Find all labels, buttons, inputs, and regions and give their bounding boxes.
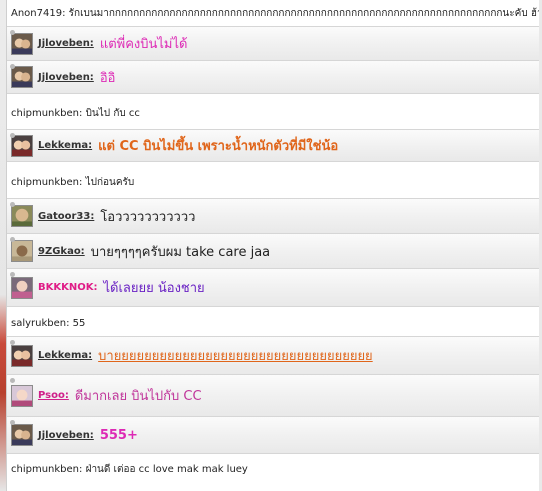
avatar[interactable] [11, 134, 33, 157]
chat-log[interactable]: Anon7419: รักเบนมากกกกกกกกกกกกกกกกกกกกกก… [6, 0, 539, 491]
chat-text: ไปก่อนครับ [85, 176, 135, 188]
avatar[interactable] [11, 32, 33, 55]
chat-username: chipmunkben: [11, 464, 83, 475]
chat-message: salyrukben: 55 [7, 307, 539, 337]
avatar[interactable] [11, 205, 33, 227]
chat-message: Gatoor33: โอววววววววววว [7, 199, 539, 234]
chat-text: บายยยยยยยยยยยยยยยยยยยยยยยยยยยยยยยยยย [98, 349, 373, 364]
chat-message: BKKKNOK: ได้เลยยย น้องชาย [7, 269, 539, 307]
chat-text: ดีมากเลย บินไปกับ CC [74, 389, 202, 404]
chat-username: chipmunkben: [11, 108, 83, 119]
chat-text: แต่พี่คงบินไม่ได้ [99, 37, 188, 52]
chat-message: Anon7419: รักเบนมากกกกกกกกกกกกกกกกกกกกกก… [7, 0, 539, 27]
chat-username: salyrukben: [11, 318, 70, 329]
chat-text: ได้เลยยย น้องชาย [103, 281, 205, 296]
chat-username-link[interactable]: Jjloveben: [38, 38, 94, 49]
chat-text: บินไป กับ cc [85, 108, 140, 119]
avatar[interactable] [11, 344, 33, 367]
chat-message: Lekkema: แต่ CC บินไม่ขึ้น เพราะน้ำหนักต… [7, 130, 539, 162]
chat-text: โอววววววววววว [100, 209, 196, 225]
chat-text: อิอิ [99, 70, 116, 86]
chat-username-link[interactable]: Jjloveben: [38, 72, 94, 83]
chat-message: 9ZGkao: บายๆๆๆๆครับผม take care jaa [7, 234, 539, 269]
chat-username-link[interactable]: 9ZGkao: [38, 246, 85, 257]
chat-username-link[interactable]: Psoo: [38, 390, 69, 401]
chat-text: รักเบนมากกกกกกกกกกกกกกกกกกกกกกกกกกกกกกกก… [68, 7, 539, 19]
chat-message: chipmunkben: บินไป กับ cc [7, 94, 539, 130]
chat-text: 55 [72, 318, 86, 329]
chat-text: ฝ่านดี เต่ออ cc love mak mak luey [85, 464, 248, 475]
avatar[interactable] [11, 66, 33, 88]
chat-text: แต่ CC บินไม่ขึ้น เพราะน้ำหนักตัวที่มีใช… [98, 139, 339, 154]
chat-username-link[interactable]: Lekkema: [38, 350, 92, 361]
chat-username: chipmunkben: [11, 176, 83, 188]
chat-username: Anon7419: [11, 7, 66, 19]
chat-message: Jjloveben: แต่พี่คงบินไม่ได้ [7, 27, 539, 61]
chat-message: chipmunkben: ไปก่อนครับ [7, 162, 539, 199]
chat-text: 555+ [99, 427, 138, 443]
avatar[interactable] [11, 384, 33, 407]
chat-username-link[interactable]: Gatoor33: [38, 211, 94, 222]
chat-message: Jjloveben: อิอิ [7, 61, 539, 94]
chat-message: chipmunkben: ฝ่านดี เต่ออ cc love mak ma… [7, 454, 539, 481]
chat-username-link[interactable]: BKKKNOK: [38, 282, 98, 293]
chat-text: บายๆๆๆๆครับผม take care jaa [90, 244, 271, 260]
chat-message: Lekkema: บายยยยยยยยยยยยยยยยยยยยยยยยยยยยย… [7, 337, 539, 375]
avatar[interactable] [11, 424, 33, 446]
avatar[interactable] [11, 240, 33, 262]
chat-username-link[interactable]: Lekkema: [38, 140, 92, 151]
chat-username-link[interactable]: Jjloveben: [38, 430, 94, 441]
avatar[interactable] [11, 276, 33, 299]
chat-message: Jjloveben: 555+ [7, 417, 539, 454]
chat-message: Psoo: ดีมากเลย บินไปกับ CC [7, 375, 539, 417]
